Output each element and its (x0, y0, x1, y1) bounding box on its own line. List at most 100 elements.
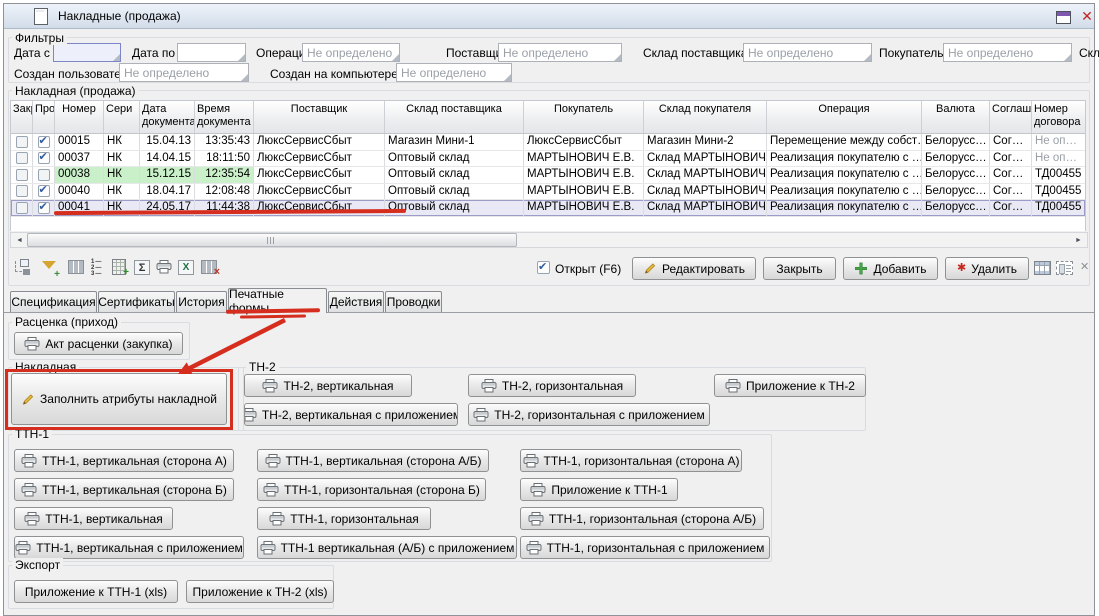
posted-checkbox[interactable] (38, 169, 50, 181)
cell-contract[interactable]: ТД00455 (1032, 200, 1086, 216)
column-header-number[interactable]: Номер (55, 101, 104, 133)
cell-supplier-store[interactable]: Оптовый склад (385, 151, 524, 167)
column-header-posted[interactable]: Про (33, 101, 55, 133)
column-header-agreement[interactable]: Соглаш (990, 101, 1032, 133)
print-ttn1-vertical-button[interactable]: ТТН-1, вертикальная (14, 507, 173, 530)
close-window-icon[interactable]: ✕ (1078, 8, 1096, 25)
open-checkbox[interactable] (537, 261, 550, 274)
print-ttn1-vertical-a-button[interactable]: ТТН-1, вертикальная (сторона А) (14, 449, 234, 472)
cell-buyer-store[interactable]: Склад МАРТЫНОВИЧ … (644, 184, 767, 200)
tab-certificates[interactable]: Сертификаты (98, 291, 175, 312)
print-tn2-vertical-appendix-button[interactable]: ТН-2, вертикальная с приложением (244, 403, 458, 426)
table-row[interactable]: 00015 НК 15.04.13 13:35:43 ЛюксСервисСбы… (11, 134, 1085, 151)
remove-column-icon[interactable] (201, 260, 217, 274)
date-to-input[interactable] (177, 43, 246, 62)
add-button[interactable]: Добавить (843, 257, 938, 280)
print-ttn1-horizontal-a-button[interactable]: ТТН-1, горизонтальная (сторона А) (520, 449, 742, 472)
cell-supplier-store[interactable]: Оптовый склад (385, 200, 524, 216)
cell-buyer[interactable]: ЛюксСервисСбыт (524, 134, 644, 150)
cell-series[interactable]: НК (104, 134, 140, 150)
print-ttn1-appendix-button[interactable]: Приложение к ТТН-1 (520, 478, 678, 501)
calculator-icon[interactable] (112, 259, 126, 275)
posted-checkbox[interactable] (38, 202, 50, 214)
date-from-input[interactable] (53, 43, 121, 62)
tab-actions[interactable]: Действия (328, 291, 384, 312)
column-header-buyer-store[interactable]: Склад покупателя (644, 101, 767, 133)
print-ttn1-horizontal-appendix-button[interactable]: ТТН-1, горизонтальная с приложением (520, 536, 770, 559)
cell-date[interactable]: 18.04.17 (140, 184, 195, 200)
table-header-row[interactable]: Закр Про Номер Сери Дата документа Время… (11, 101, 1085, 134)
numbered-list-icon[interactable]: 1— 2— 3— (91, 259, 111, 279)
closed-checkbox[interactable] (16, 185, 28, 197)
cell-operation[interactable]: Реализация покупателю с … (767, 151, 922, 167)
supplier-filter-select[interactable]: Не определено (498, 43, 622, 62)
delete-button[interactable]: ✱ Удалить (945, 257, 1029, 280)
closed-checkbox-cell[interactable] (11, 184, 33, 200)
excel-export-icon[interactable]: X (178, 260, 194, 275)
cell-agreement[interactable]: Сог… (990, 134, 1032, 150)
cell-agreement[interactable]: Сог… (990, 200, 1032, 216)
posted-checkbox-cell[interactable] (33, 184, 55, 200)
cell-currency[interactable]: Белорусс… (922, 134, 990, 150)
cell-operation[interactable]: Перемещение между собст… (767, 134, 922, 150)
restore-window-icon[interactable] (1056, 11, 1071, 24)
closed-checkbox-cell[interactable] (11, 200, 33, 216)
cell-contract[interactable]: ТД00455 (1032, 184, 1086, 200)
cell-supplier-store[interactable]: Магазин Мини-1 (385, 134, 524, 150)
cell-buyer[interactable]: МАРТЫНОВИЧ Е.В. (524, 184, 644, 200)
column-header-closed[interactable]: Закр (11, 101, 33, 133)
print-ttn1-vertical-appendix-button[interactable]: ТТН-1, вертикальная с приложением (14, 536, 244, 559)
print-ttn1-vertical-ab-button[interactable]: ТТН-1, вертикальная (сторона А/Б) (257, 449, 489, 472)
table-row[interactable]: 00040 НК 18.04.17 12:08:48 ЛюксСервисСбы… (11, 184, 1085, 201)
print-grid-icon[interactable] (156, 260, 172, 274)
posted-checkbox[interactable] (38, 185, 50, 197)
scroll-left-icon[interactable]: ◄ (12, 234, 27, 246)
cell-time[interactable]: 12:08:48 (195, 184, 254, 200)
cell-time[interactable]: 12:35:54 (195, 167, 254, 183)
created-by-filter-select[interactable]: Не определено (119, 63, 249, 82)
export-ttn1-xls-button[interactable]: Приложение к ТТН-1 (xls) (14, 580, 178, 603)
cell-number[interactable]: 00037 (55, 151, 104, 167)
cell-supplier[interactable]: ЛюксСервисСбыт (254, 167, 385, 183)
closed-checkbox-cell[interactable] (11, 134, 33, 150)
column-header-doc-date[interactable]: Дата документа (140, 101, 195, 133)
edit-button[interactable]: Редактировать (632, 257, 756, 280)
table-row[interactable]: 00037 НК 14.04.15 18:11:50 ЛюксСервисСбы… (11, 151, 1085, 168)
buyer-filter-select[interactable]: Не определено (943, 43, 1072, 62)
cell-contract[interactable]: Не оп… (1032, 151, 1086, 167)
cell-agreement[interactable]: Сог… (990, 151, 1032, 167)
column-header-doc-time[interactable]: Время документа (195, 101, 254, 133)
filter-add-icon[interactable] (40, 258, 60, 278)
print-ttn1-horizontal-button[interactable]: ТТН-1, горизонтальная (257, 507, 431, 530)
cell-agreement[interactable]: Сог… (990, 184, 1032, 200)
created-on-filter-select[interactable]: Не определено (396, 63, 512, 82)
closed-checkbox[interactable] (16, 136, 28, 148)
cell-number[interactable]: 00015 (55, 134, 104, 150)
closed-checkbox[interactable] (16, 152, 28, 164)
cell-contract[interactable]: Не оп… (1032, 134, 1086, 150)
closed-checkbox[interactable] (16, 202, 28, 214)
cell-number[interactable]: 00040 (55, 184, 104, 200)
cell-date[interactable]: 15.04.13 (140, 134, 195, 150)
posted-checkbox-cell[interactable] (33, 200, 55, 216)
cell-date[interactable]: 15.12.15 (140, 167, 195, 183)
tab-postings[interactable]: Проводки (385, 291, 442, 312)
cell-buyer-store[interactable]: Магазин Мини-2 (644, 134, 767, 150)
supplier-store-filter-select[interactable]: Не определено (743, 43, 872, 62)
posted-checkbox[interactable] (38, 136, 50, 148)
cell-series[interactable]: НК (104, 151, 140, 167)
close-panel-icon[interactable]: ✕ (1080, 260, 1089, 273)
cell-buyer-store[interactable]: Склад МАРТЫНОВИЧ … (644, 200, 767, 216)
tab-specification[interactable]: Спецификация (10, 291, 97, 312)
column-header-operation[interactable]: Операция (767, 101, 922, 133)
posted-checkbox-cell[interactable] (33, 167, 55, 183)
card-view-icon[interactable] (1056, 261, 1073, 275)
cell-supplier[interactable]: ЛюксСервисСбыт (254, 151, 385, 167)
print-ttn1-vertical-b-button[interactable]: ТТН-1, вертикальная (сторона Б) (14, 478, 234, 501)
sum-icon[interactable]: Σ (134, 260, 150, 275)
cell-buyer[interactable]: МАРТЫНОВИЧ Е.В. (524, 151, 644, 167)
cell-currency[interactable]: Белорусс… (922, 151, 990, 167)
title-bar[interactable]: Накладные (продажа) ✕ (4, 4, 1094, 29)
column-header-currency[interactable]: Валюта (922, 101, 990, 133)
cell-buyer-store[interactable]: Склад МАРТЫНОВИЧ … (644, 167, 767, 183)
